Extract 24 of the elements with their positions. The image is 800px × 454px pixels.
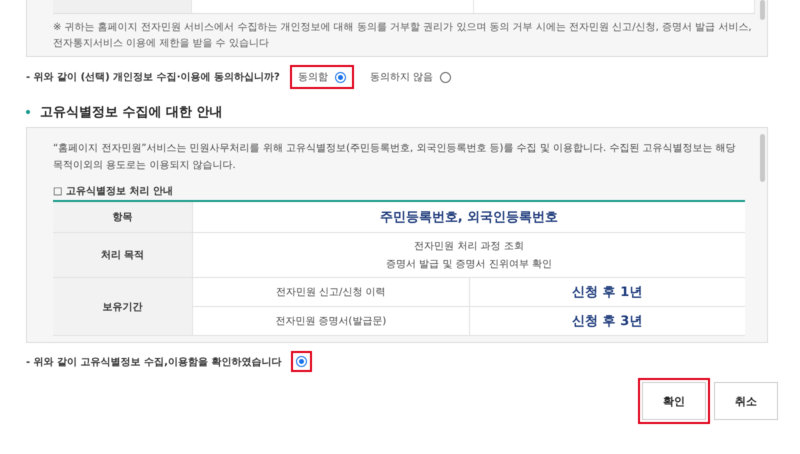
purpose-text: 전자민원 처리 과정 조회 (414, 240, 524, 253)
table-header: 보유기간 (53, 278, 192, 336)
retention-period: 신청 후 1년 (572, 284, 642, 301)
table-header: 처리 목적 (53, 233, 192, 278)
confirm-statement: - 위와 같이 고유식별정보 수집,이용함을 확인하였습니다 (26, 356, 282, 368)
radio-button[interactable] (334, 72, 346, 82)
consent-option[interactable]: 동의하지 않음 (362, 65, 459, 89)
confirm-button[interactable]: 확인 (642, 382, 706, 420)
radio-button[interactable] (296, 356, 308, 367)
table-header: 항목 (53, 202, 192, 233)
retention-item: 전자민원 신고/신청 이력 (276, 286, 386, 299)
retention-item: 전자민원 증명서(발급문) (275, 315, 386, 328)
item-value: 주민등록번호, 외국인등록번호 (380, 209, 558, 226)
intro-text: “홈페이지 전자민원”서비스는 민원사무처리를 위해 고유식별정보(주민등록번호, 외국인등록번호 등)를 수집 및 이용합니다. 수집된 고유식별정보는 해당 목적이외의 용도로는 이용되지 않습니다. (53, 142, 737, 173)
radio-button[interactable] (440, 72, 451, 82)
consent-option[interactable]: 동의함 (290, 65, 354, 89)
purpose-text: 증명서 발급 및 증명서 진위여부 확인 (386, 258, 552, 271)
consent-question: - 위와 같이 (선택) 개인정보 수집·이용에 동의하십니까? (26, 71, 280, 84)
scrollbar[interactable] (760, 0, 765, 20)
retention-period: 신청 후 3년 (572, 313, 642, 330)
cancel-button[interactable]: 취소 (714, 382, 778, 420)
refusal-notice: ※ 귀하는 홈페이지 전자민원 서비스에서 수집하는 개인정보에 대해 동의를 거부할 권리가 있으며 동의 거부 시에는 전자민원 신고/신청, 증명서 발급 서비스, 전자통지서비스 이용에 제한을 받을 수 있습니다 (53, 21, 753, 51)
section-title: 고유식별정보 수집에 대한 안내 (26, 103, 768, 121)
scrollbar[interactable] (760, 134, 765, 182)
